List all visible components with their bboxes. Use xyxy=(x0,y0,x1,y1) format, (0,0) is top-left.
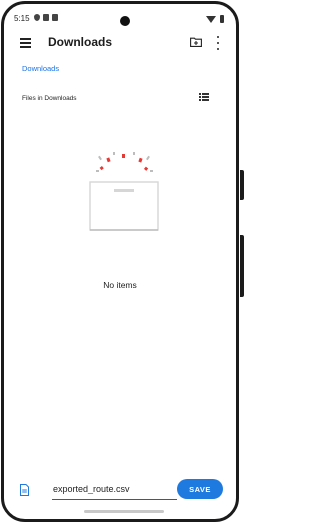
screen: 5:15 Downloads Downloads Files in Downlo… xyxy=(1,1,239,522)
sd-card-icon xyxy=(52,14,58,21)
device: 5:15 Downloads Downloads Files in Downlo… xyxy=(0,0,244,525)
breadcrumb[interactable]: Downloads xyxy=(22,64,59,73)
new-folder-icon[interactable] xyxy=(190,37,202,47)
save-button[interactable]: SAVE xyxy=(177,479,223,499)
file-icon xyxy=(20,484,29,496)
menu-icon[interactable] xyxy=(20,38,31,48)
list-view-icon[interactable] xyxy=(199,93,209,101)
shield-icon xyxy=(34,14,40,21)
filename-input[interactable] xyxy=(52,481,177,500)
battery-icon xyxy=(220,15,224,23)
section-header: Files in Downloads xyxy=(22,95,77,102)
gesture-nav-handle[interactable] xyxy=(84,510,164,513)
system-icons xyxy=(206,15,224,23)
wifi-icon xyxy=(206,15,216,23)
empty-state-message: No items xyxy=(103,280,137,290)
volume-button xyxy=(240,235,244,297)
sim-card-icon xyxy=(43,14,49,21)
power-button xyxy=(240,170,244,200)
status-bar: 5:15 xyxy=(4,4,236,28)
empty-folder-illustration xyxy=(89,152,159,231)
notification-icons xyxy=(34,14,58,21)
page-title: Downloads xyxy=(48,35,113,49)
top-app-bar: Downloads xyxy=(4,30,236,56)
camera-cutout xyxy=(120,16,130,26)
more-vert-icon[interactable] xyxy=(215,36,221,50)
status-time: 5:15 xyxy=(14,14,30,23)
save-bar: SAVE xyxy=(4,476,236,506)
